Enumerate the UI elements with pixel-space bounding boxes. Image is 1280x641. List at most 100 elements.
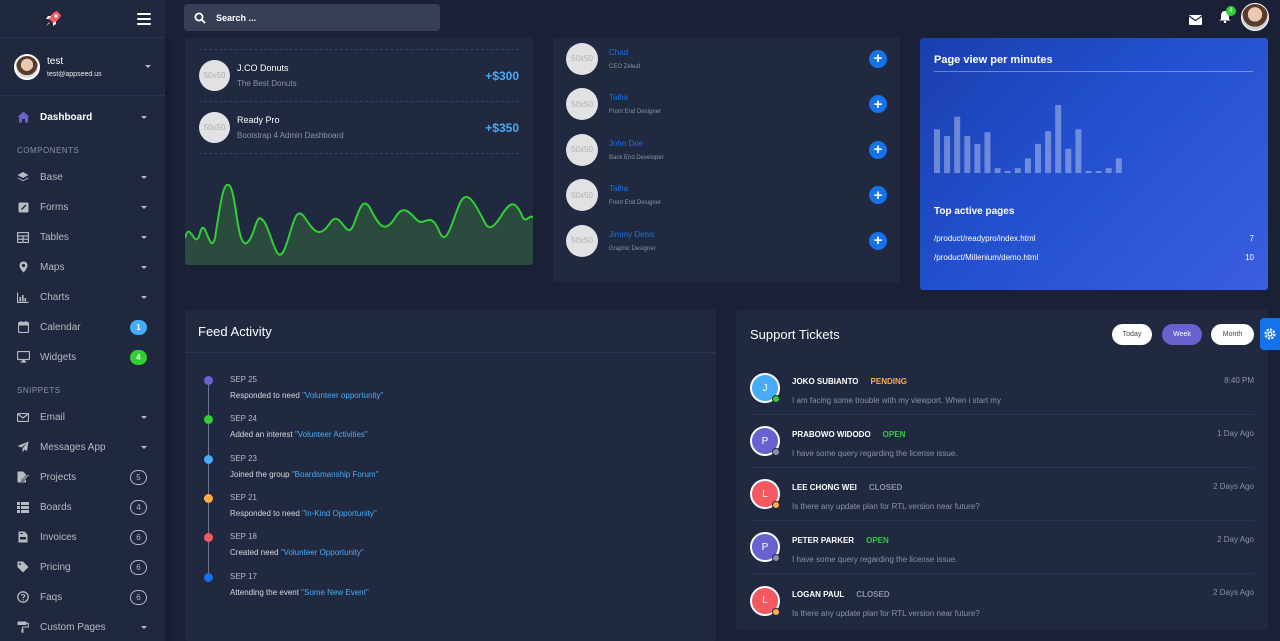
status-dot — [772, 607, 780, 616]
table-row[interactable]: L LOGAN PAUL CLOSED Is there any update pla… — [750, 574, 1254, 627]
user-name-link[interactable]: Talha — [609, 184, 869, 193]
user-name-link[interactable]: Jimmy Denis — [609, 230, 869, 239]
avatar: L — [750, 479, 780, 509]
sidebar-item-widgets[interactable]: Widgets 4 — [0, 342, 165, 372]
timeline-link[interactable]: "Some New Event" — [301, 588, 368, 597]
timeline-dot — [204, 376, 213, 385]
timeline-link[interactable]: "Volunteer Activities" — [295, 430, 368, 439]
bar — [1115, 158, 1122, 173]
settings-gear-button[interactable] — [1260, 318, 1280, 350]
transaction-title: Ready Pro — [237, 115, 280, 125]
sidebar-item-email[interactable]: Email — [0, 402, 165, 432]
placeholder-image: 50x50 — [566, 42, 598, 75]
sidebar-item-label: Base — [40, 171, 63, 183]
sidebar-item-dashboard[interactable]: Dashboard — [0, 102, 165, 132]
bar — [994, 168, 1001, 173]
timeline-link[interactable]: "In-Kind Opportunity" — [302, 509, 377, 518]
envelope-icon[interactable] — [1188, 12, 1203, 30]
table-row[interactable]: J JOKO SUBIANTO PENDING I am facing some tr… — [750, 362, 1254, 415]
chevron-down-icon — [141, 115, 147, 119]
transaction-subtitle: Bootstrap 4 Admin Dashboard — [237, 131, 344, 140]
sidebar-item-pricing[interactable]: Pricing 6 — [0, 552, 165, 582]
tab-month[interactable]: Month — [1211, 324, 1254, 345]
ticket-message: Is there any update plan for RTL version… — [792, 502, 980, 511]
ticket-message: Is there any update plan for RTL version… — [792, 608, 980, 618]
timeline-item: SEP 25 Responded to need "Volunteer oppor… — [204, 375, 684, 400]
sidebar-item-custom-pages[interactable]: Custom Pages — [0, 612, 165, 641]
bar — [934, 129, 940, 173]
sidebar-item-boards[interactable]: Boards 4 — [0, 492, 165, 522]
ticket-user-name: PETER PARKER — [792, 536, 855, 545]
timeline-dot — [204, 493, 213, 503]
ticket-user-name: LEE CHONG WEI — [792, 483, 857, 492]
timeline-date: SEP 24 — [230, 414, 257, 424]
page-count: 10 — [1245, 253, 1254, 262]
tab-week[interactable]: Week — [1162, 324, 1202, 345]
sidebar-item-invoices[interactable]: Invoices 6 — [0, 522, 165, 552]
sidebar-item-label: Boards — [40, 501, 72, 513]
ticket-time: 1 Day Ago — [1217, 429, 1254, 438]
timeline-link[interactable]: "Volunteer opportunity" — [302, 391, 383, 400]
table-row[interactable]: P PRABOWO WIDODO OPEN I have some query reg… — [750, 415, 1254, 468]
status-badge: OPEN — [882, 430, 906, 439]
add-user-button[interactable]: + — [869, 186, 887, 204]
sidebar-item-maps[interactable]: Maps — [0, 252, 165, 282]
timeline-link[interactable]: "Boardsmanship Forum" — [292, 470, 379, 479]
add-user-button[interactable]: + — [869, 140, 887, 159]
user-name-link[interactable]: Talha — [609, 93, 869, 102]
avatar[interactable] — [1241, 3, 1269, 31]
sidebar-item-projects[interactable]: Projects 5 — [0, 462, 165, 492]
envelope-icon — [16, 410, 30, 424]
timeline-text: Added an interest "Volunteer Activities" — [230, 430, 684, 439]
user-name-link[interactable]: Chad — [609, 48, 869, 57]
add-user-button[interactable]: + — [869, 231, 887, 250]
sidebar-item-faqs[interactable]: Faqs 6 — [0, 582, 165, 612]
bar-chart-icon — [16, 290, 30, 304]
ticket-message: I am facing some trouble with my viewpor… — [792, 396, 1001, 405]
bar — [1095, 171, 1102, 173]
sidebar-item-calendar[interactable]: Calendar 1 — [0, 312, 165, 342]
timeline-dot — [204, 572, 213, 582]
tab-today[interactable]: Today — [1112, 324, 1152, 345]
sidebar-item-messages-app[interactable]: Messages App — [0, 432, 165, 462]
search-icon — [194, 12, 206, 24]
gear-icon — [1264, 328, 1276, 340]
timeline-item: SEP 23 Joined the group "Boardsmanship Fo… — [204, 454, 684, 479]
status-badge: OPEN — [866, 536, 889, 545]
status-dot — [772, 395, 780, 403]
rocket-logo-icon[interactable] — [40, 6, 66, 32]
sidebar-item-charts[interactable]: Charts — [0, 282, 165, 312]
sidebar-item-tables[interactable]: Tables — [0, 222, 165, 252]
list-item: 50x50 Jimmy Denis Graphic Designer + — [566, 224, 887, 257]
bell-icon[interactable]: 4 — [1219, 6, 1236, 28]
user-role: Front End Designer — [609, 200, 662, 206]
desktop-icon — [16, 350, 30, 364]
timeline-date: SEP 25 — [230, 375, 257, 384]
sidebar-item-base[interactable]: Base — [0, 162, 165, 192]
count-badge: 5 — [130, 469, 147, 485]
avatar-initial: L — [762, 595, 768, 606]
list-item: 50x50 Talha Front End Designer + — [566, 88, 887, 121]
hamburger-menu-button[interactable] — [137, 12, 151, 25]
page-count: 7 — [1249, 234, 1254, 243]
sidebar-user-panel[interactable]: test test@appseed.us — [0, 38, 165, 96]
table-row[interactable]: L LEE CHONG WEI CLOSED Is there any update … — [750, 468, 1254, 521]
list-item: 50x50 J.CO Donuts The Best Donuts +$300 — [199, 50, 519, 102]
chevron-down-icon — [145, 65, 151, 68]
divider — [934, 71, 1253, 72]
list-item: 50x50 Chad CEO Zeleaf + — [566, 42, 887, 75]
chevron-down-icon — [141, 415, 147, 419]
table-row[interactable]: P PETER PARKER OPEN I have some query regar… — [750, 521, 1254, 574]
user-name-link[interactable]: John Doe — [609, 139, 869, 148]
count-badge: 1 — [130, 319, 147, 335]
add-user-button[interactable]: + — [869, 49, 887, 68]
add-user-button[interactable]: + — [869, 95, 887, 113]
list-item: /product/Millenium/demo.html 10 — [934, 253, 1254, 262]
sidebar-item-forms[interactable]: Forms — [0, 192, 165, 222]
placeholder-image: 50x50 — [199, 60, 230, 91]
timeline-link[interactable]: "Volunteer Opportunity" — [281, 548, 364, 557]
chevron-down-icon — [141, 295, 147, 299]
timeline-text-prefix: Added an interest — [230, 430, 295, 440]
placeholder-image: 50x50 — [566, 88, 598, 120]
search-input[interactable]: Search ... — [184, 4, 440, 31]
